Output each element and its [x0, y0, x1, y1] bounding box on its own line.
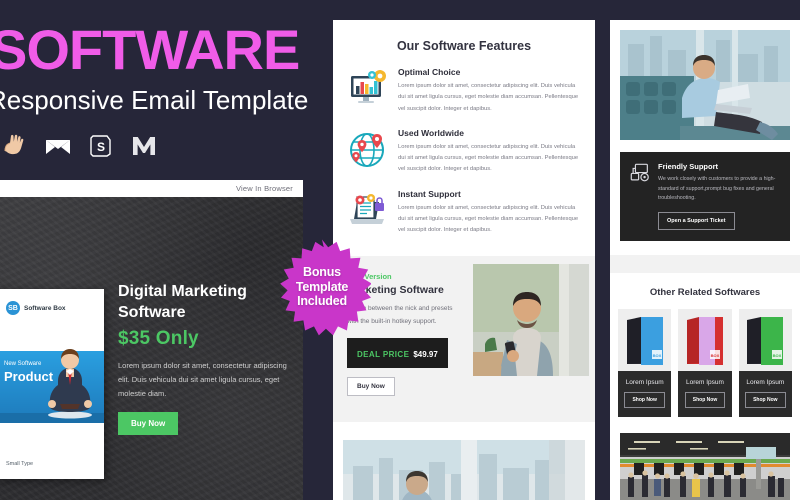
product-logo-mark: SB — [6, 301, 20, 315]
globe-pins-icon — [350, 132, 384, 167]
feature-title: Used Worldwide — [398, 127, 464, 138]
product-box-kicker: New Software — [4, 361, 42, 367]
deal-price-box: DEAL PRICE $49.97 — [347, 337, 448, 368]
related-card[interactable]: BOX Lorem Ipsum Shop Now — [738, 308, 792, 417]
related-card[interactable]: BOX Lorem Ipsum Shop Now — [618, 308, 672, 417]
shop-now-button[interactable]: Shop Now — [745, 391, 786, 408]
software-box-red-icon: BOX — [686, 316, 723, 365]
feature-item: Used Worldwide Lorem ipsum dolor sit ame… — [333, 128, 595, 189]
bonus-badge: Bonus Template Included — [273, 238, 371, 336]
support-gear-icon — [630, 163, 649, 182]
feature-body: Lorem ipsum dolor sit amet, consectetur … — [398, 143, 579, 173]
view-in-browser-bar: View In Browser — [0, 180, 303, 197]
support-section: Friendly Support We work closely with cu… — [620, 152, 790, 241]
related-card-image: BOX — [678, 308, 732, 371]
bonus-badge-line-3: Included — [297, 294, 347, 309]
train-station-crowd-photo — [620, 432, 790, 500]
support-body: We work closely with customers to provid… — [658, 176, 776, 202]
stampready-s-icon: S — [90, 135, 111, 157]
svg-text:S: S — [97, 140, 105, 154]
feature-item: Instant Support Lorem ipsum dolor sit am… — [333, 189, 595, 250]
related-card-meta: Lorem Ipsum Shop Now — [618, 370, 672, 417]
open-support-ticket-button[interactable]: Open a Support Ticket — [658, 211, 735, 230]
related-card[interactable]: BOX Lorem Ipsum Shop Now — [678, 308, 732, 417]
svg-text:BOX: BOX — [773, 353, 782, 358]
man-with-phone-photo — [473, 263, 589, 376]
product-logo-text: Software Box — [24, 304, 66, 312]
support-photo-wrap — [620, 30, 790, 140]
middle-panel: Our Software Features Optimal Choice Lor — [333, 20, 595, 500]
hero-body-text: Lorem ipsum dolor sit amet, consectetur … — [118, 361, 287, 398]
related-bottom-photo-wrap — [620, 432, 790, 500]
related-card-image: BOX — [738, 308, 792, 371]
bonus-badge-line-1: Bonus — [303, 265, 341, 280]
middle-divider-strip — [333, 407, 595, 422]
deal-section: New Version Marketing Software Switch be… — [333, 255, 595, 408]
bonus-badge-line-2: Template — [295, 279, 349, 294]
feature-title: Optimal Choice — [398, 67, 461, 77]
right-panel: Friendly Support We work closely with cu… — [610, 20, 800, 500]
page-title: SOFTWARE — [0, 18, 300, 81]
deal-price-label: DEAL PRICE — [357, 349, 410, 359]
feature-title: Instant Support — [398, 188, 461, 199]
features-title: Our Software Features — [396, 39, 532, 53]
hero-buy-now-button[interactable]: Buy Now — [118, 411, 179, 435]
right-divider-strip — [610, 254, 800, 273]
bonus-badge-text: Bonus Template Included — [273, 238, 371, 336]
view-in-browser-link[interactable]: View In Browser — [236, 184, 303, 193]
hero-copy: Digital Marketing Software $35 Only Lore… — [118, 281, 290, 435]
mailchimp-m-icon — [133, 137, 155, 155]
envelope-icon — [46, 140, 70, 154]
related-card-name: Lorem Ipsum — [746, 378, 785, 386]
related-card-name: Lorem Ipsum — [686, 378, 724, 386]
shop-now-button[interactable]: Shop Now — [684, 391, 726, 408]
feature-item: Optimal Choice Lorem ipsum dolor sit ame… — [333, 67, 595, 128]
related-card-meta: Lorem Ipsum Shop Now — [738, 370, 792, 417]
man-on-couch-laptop-photo — [620, 30, 790, 140]
software-box-blue-icon: BOX — [626, 316, 663, 365]
shop-now-button[interactable]: Shop Now — [624, 391, 665, 408]
monitor-chart-gear-icon — [351, 70, 386, 103]
laptop-document-lock-icon — [350, 193, 384, 224]
product-box-graphic: SB Software Box New Software Product Sma… — [0, 289, 104, 479]
hero-section: SB Software Box New Software Product Sma… — [0, 197, 303, 500]
mid-bottom-photo-wrap — [343, 439, 585, 500]
product-box-face: SB Software Box New Software Product Sma… — [0, 289, 104, 479]
support-title: Friendly Support — [658, 162, 718, 171]
related-card-name: Lorem Ipsum — [625, 378, 664, 386]
svg-text:BOX: BOX — [711, 353, 720, 358]
deal-buy-now-button[interactable]: Buy Now — [347, 376, 395, 396]
left-panel: SOFTWARE Responsive Email Template S Vie… — [0, 0, 320, 500]
brand-header: SOFTWARE Responsive Email Template S — [0, 0, 320, 180]
hero-price: $35 Only — [118, 328, 199, 350]
page-subtitle: Responsive Email Template — [0, 85, 309, 115]
related-card-image: BOX — [618, 308, 672, 371]
product-logo: SB Software Box — [6, 301, 66, 315]
software-box-green-icon: BOX — [747, 316, 784, 365]
svg-text:BOX: BOX — [652, 353, 661, 358]
product-box-footnote: Small Type — [6, 461, 34, 467]
hand-cursor-icon — [4, 134, 24, 155]
meditating-businessman-illustration — [48, 349, 92, 419]
email-template-showcase: SOFTWARE Responsive Email Template S Vie… — [0, 0, 800, 500]
hero-heading: Digital Marketing Software — [118, 283, 247, 322]
deal-photo — [473, 263, 589, 400]
platform-icons: S — [0, 131, 159, 161]
city-skyline-office-photo — [343, 439, 585, 500]
related-card-meta: Lorem Ipsum Shop Now — [678, 370, 732, 417]
feature-body: Lorem ipsum dolor sit amet, consectetur … — [398, 83, 579, 112]
related-title: Other Related Softwares — [649, 286, 761, 298]
deal-price-value: $49.97 — [413, 349, 438, 359]
feature-body: Lorem ipsum dolor sit amet, consectetur … — [398, 204, 579, 234]
related-grid: BOX Lorem Ipsum Shop Now BOX Lorem Ipsum… — [610, 308, 800, 417]
